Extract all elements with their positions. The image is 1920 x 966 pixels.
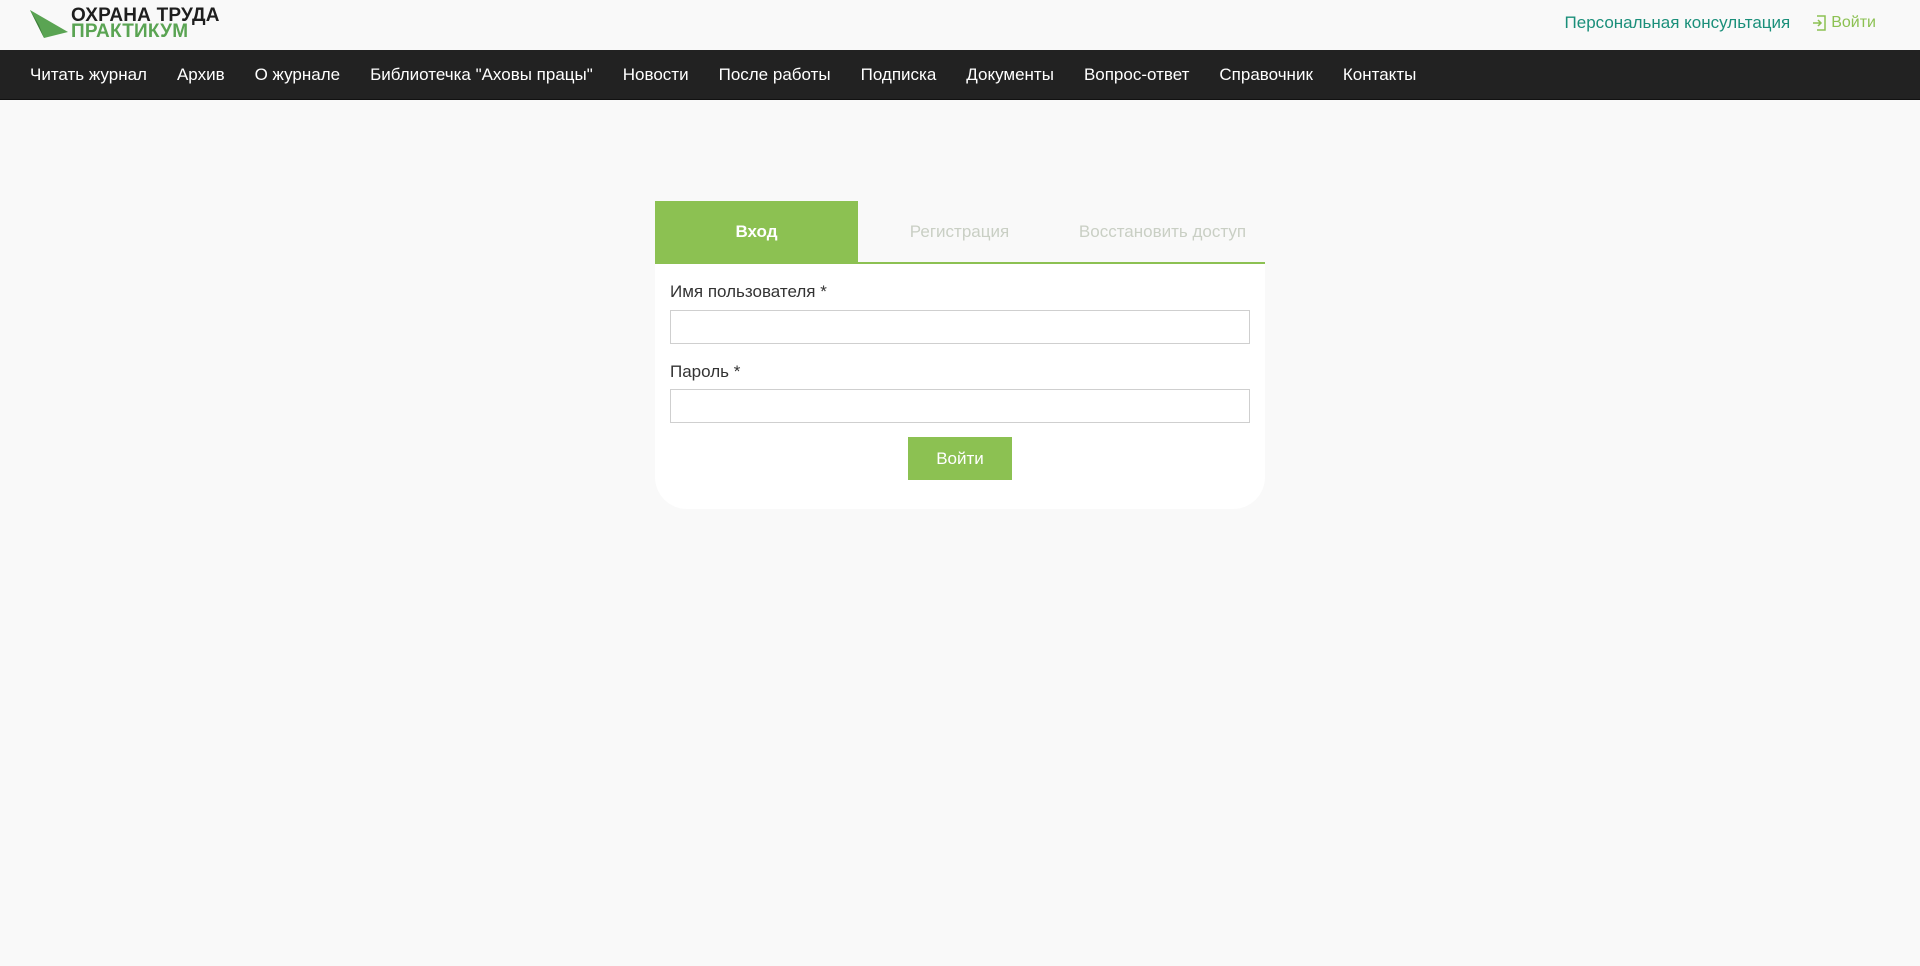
nav-item-about[interactable]: О журнале bbox=[255, 65, 341, 85]
login-button[interactable]: Войти bbox=[908, 437, 1012, 480]
nav-item-contacts[interactable]: Контакты bbox=[1343, 65, 1416, 85]
nav-item-after-work[interactable]: После работы bbox=[719, 65, 831, 85]
login-link-label: Войти bbox=[1831, 14, 1876, 31]
site-logo[interactable]: ОХРАНА ТРУДА ПРАКТИКУМ bbox=[30, 6, 220, 42]
tab-restore-access[interactable]: Восстановить доступ bbox=[1061, 201, 1264, 262]
nav-item-documents[interactable]: Документы bbox=[966, 65, 1054, 85]
login-panel: Вход Регистрация Восстановить доступ Имя… bbox=[655, 201, 1265, 509]
nav-item-qa[interactable]: Вопрос-ответ bbox=[1084, 65, 1189, 85]
logo-subtitle: ПРАКТИКУМ bbox=[71, 21, 189, 42]
username-label: Имя пользователя * bbox=[670, 282, 827, 301]
nav-item-news[interactable]: Новости bbox=[623, 65, 689, 85]
tab-register[interactable]: Регистрация bbox=[858, 201, 1061, 262]
password-input[interactable] bbox=[670, 389, 1250, 423]
sign-in-icon bbox=[1813, 15, 1826, 31]
nav-item-reference[interactable]: Справочник bbox=[1219, 65, 1313, 85]
password-label: Пароль * bbox=[670, 362, 741, 381]
login-link[interactable]: Войти bbox=[1812, 14, 1876, 32]
consultation-link[interactable]: Персональная консультация bbox=[1565, 13, 1791, 33]
main-nav: Читать журнал Архив О журнале Библиотечк… bbox=[0, 50, 1920, 100]
auth-tabs: Вход Регистрация Восстановить доступ bbox=[655, 201, 1265, 264]
nav-item-read-journal[interactable]: Читать журнал bbox=[30, 65, 147, 85]
nav-item-archive[interactable]: Архив bbox=[177, 65, 225, 85]
nav-item-subscription[interactable]: Подписка bbox=[861, 65, 937, 85]
tab-login[interactable]: Вход bbox=[655, 201, 858, 262]
top-header: ОХРАНА ТРУДА ПРАКТИКУМ Персональная конс… bbox=[0, 0, 1920, 50]
paper-plane-icon bbox=[30, 10, 68, 38]
username-input[interactable] bbox=[670, 310, 1250, 344]
nav-item-library[interactable]: Библиотечка "Аховы працы" bbox=[370, 65, 593, 85]
